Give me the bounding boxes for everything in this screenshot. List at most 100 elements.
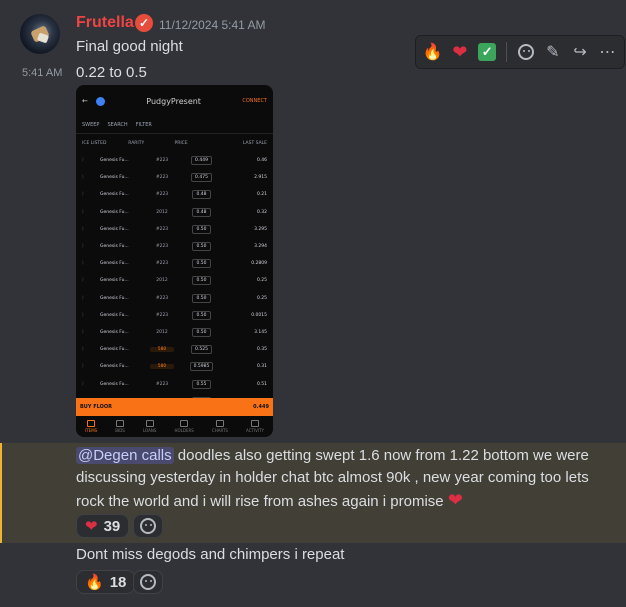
attachment-image[interactable]: ← PudgyPresent CONNECT SWEEP SEARCH FILT…	[76, 85, 273, 437]
mention-message: @Degen calls doodles also getting swept …	[76, 445, 616, 513]
edit-icon: ✎	[546, 44, 560, 61]
embed-row-last-sale: 0.25	[256, 295, 267, 301]
embed-nav-item: BIDS	[115, 420, 125, 433]
check-emoji-reaction-button[interactable]: ✓	[477, 41, 498, 63]
embed-nav-icon	[87, 420, 96, 427]
back-arrow-icon: ←	[82, 97, 88, 105]
embed-row-price: 0.50	[192, 310, 211, 320]
forward-button[interactable]: ↪	[569, 41, 590, 63]
embed-nav-label: ACTIVITY	[246, 428, 264, 433]
embed-row-rarity: #223	[155, 226, 169, 232]
embed-nav-icon	[145, 420, 154, 427]
embed-row-last-sale: 0.0015	[251, 312, 267, 318]
embed-search-label: SEARCH	[107, 122, 128, 128]
embed-row-rarity: 580	[150, 364, 174, 370]
embed-sweep-label: SWEEP	[82, 122, 100, 128]
check-icon: ✓	[478, 43, 497, 61]
embed-bottom-nav: ITEMS BIDS LOANS HOLDERS CHARTS ACTIVITY	[76, 416, 273, 437]
embed-row-rarity: 2012	[156, 209, 168, 215]
embed-header-cell: LAST SALE	[242, 140, 267, 146]
embed-row-last-sale: 0.31	[256, 364, 267, 370]
embed-table-row: ⟩ Genesis Fu... #223 0.50 0.2809	[76, 255, 273, 272]
embed-row-thumb: ⟩	[82, 364, 84, 370]
embed-row-last-sale: 0.21	[256, 192, 267, 198]
embed-row-name: Genesis Fu...	[100, 209, 129, 215]
embed-row-rarity: #223	[155, 192, 169, 198]
add-reaction-button[interactable]	[133, 514, 163, 538]
embed-row-name: Genesis Fu...	[100, 295, 129, 301]
forward-icon: ↪	[573, 44, 587, 61]
embed-table-row: ⟩ Genesis Fu... #223 0.475 2.915	[76, 169, 273, 186]
followup-message: Dont miss degods and chimpers i repeat	[76, 546, 345, 563]
embed-nav-item: ITEMS	[85, 420, 97, 433]
fire-reaction-button[interactable]: 🔥 18	[76, 570, 136, 594]
embed-toolbar: SWEEP SEARCH FILTER	[76, 117, 273, 134]
embed-buy-value: 0.449	[253, 404, 269, 410]
embed-row-last-sale: 0.25	[256, 278, 267, 284]
add-reaction-button[interactable]	[515, 41, 536, 63]
embed-row-thumb: ⟩	[82, 226, 84, 232]
avatar[interactable]	[20, 14, 60, 54]
heart-icon: ❤	[452, 41, 468, 62]
embed-header-cell: RARITY	[128, 140, 145, 146]
embed-row-price: 0.5985	[189, 362, 214, 372]
embed-row-name: Genesis Fu...	[100, 261, 129, 267]
add-reaction-icon	[517, 44, 534, 60]
embed-nav-item: ACTIVITY	[246, 420, 264, 433]
message-line-1: Final good night	[76, 38, 183, 55]
embed-row-last-sale: 3.145	[254, 329, 267, 335]
message-timestamp: 11/12/2024 5:41 AM	[159, 18, 266, 32]
fire-icon: 🔥	[422, 44, 443, 61]
edit-button[interactable]: ✎	[542, 41, 563, 63]
embed-nav-item: HOLDERS	[175, 420, 194, 433]
heart-icon: ❤	[85, 518, 98, 535]
embed-table-row: ⟩ Genesis Fu... 580 0.525 0.35	[76, 341, 273, 358]
user-mention[interactable]: @Degen calls	[76, 447, 174, 464]
embed-header-cell: ICE LISTED	[82, 140, 107, 146]
embed-nav-label: LOANS	[142, 428, 157, 433]
embed-row-rarity: #223	[155, 381, 169, 387]
verified-badge-icon: ✓	[135, 14, 153, 32]
more-icon: ⋯	[599, 44, 616, 61]
embed-row-price: 0.50	[192, 293, 211, 303]
fire-emoji-reaction-button[interactable]: 🔥	[422, 41, 443, 63]
embed-collection-title: PudgyPresent	[146, 96, 201, 106]
heart-reaction-button[interactable]: ❤ 39	[76, 514, 130, 538]
heart-emoji-reaction-button[interactable]: ❤	[449, 41, 470, 63]
embed-row-thumb: ⟩	[82, 312, 84, 318]
eth-coin-icon	[95, 96, 105, 106]
more-button[interactable]: ⋯	[597, 41, 618, 63]
embed-nav-label: BIDS	[115, 428, 125, 433]
embed-table-row: ⟩ Genesis Fu... #223 0.50 3.295	[76, 221, 273, 238]
embed-row-last-sale: 0.51	[256, 381, 267, 387]
embed-row-thumb: ⟩	[82, 381, 84, 387]
side-timestamp: 5:41 AM	[22, 67, 63, 79]
embed-table-row: ⟩ Genesis Fu... #223 0.50 3.294	[76, 238, 273, 255]
embed-row-name: Genesis Fu...	[100, 329, 129, 335]
embed-connect-label: CONNECT	[242, 98, 267, 104]
embed-table-row: ⟩ Genesis Fu... 580 0.5985 0.31	[76, 358, 273, 375]
embed-row-price: 0.50	[192, 276, 211, 286]
embed-nav-icon	[116, 420, 125, 427]
embed-row-name: Genesis Fu...	[100, 278, 129, 284]
embed-table-row: ⟩ Genesis Fu... 2012 0.50 3.145	[76, 324, 273, 341]
reaction-count: 39	[103, 517, 121, 535]
embed-row-price: 0.449	[191, 156, 212, 166]
add-reaction-button[interactable]	[133, 570, 163, 594]
embed-row-name: Genesis Fu...	[100, 364, 129, 370]
embed-row-rarity: 580	[150, 347, 174, 353]
embed-row-name: Genesis Fu...	[100, 381, 129, 387]
embed-row-thumb: ⟩	[82, 295, 84, 301]
embed-table-row: ⟩ Genesis Fu... 2012 0.48 0.32	[76, 204, 273, 221]
embed-row-last-sale: 0.2809	[251, 261, 267, 267]
embed-row-name: Genesis Fu...	[100, 347, 129, 353]
embed-row-thumb: ⟩	[82, 278, 84, 284]
message-line-2: 0.22 to 0.5	[76, 64, 147, 81]
embed-nav-icon	[180, 420, 189, 427]
embed-header: ← PudgyPresent CONNECT	[76, 85, 273, 117]
username[interactable]: Frutella	[76, 14, 134, 32]
embed-row-thumb: ⟩	[82, 192, 84, 198]
add-reaction-icon	[140, 574, 156, 590]
embed-row-thumb: ⟩	[82, 329, 84, 335]
toolbar-divider	[505, 42, 507, 62]
